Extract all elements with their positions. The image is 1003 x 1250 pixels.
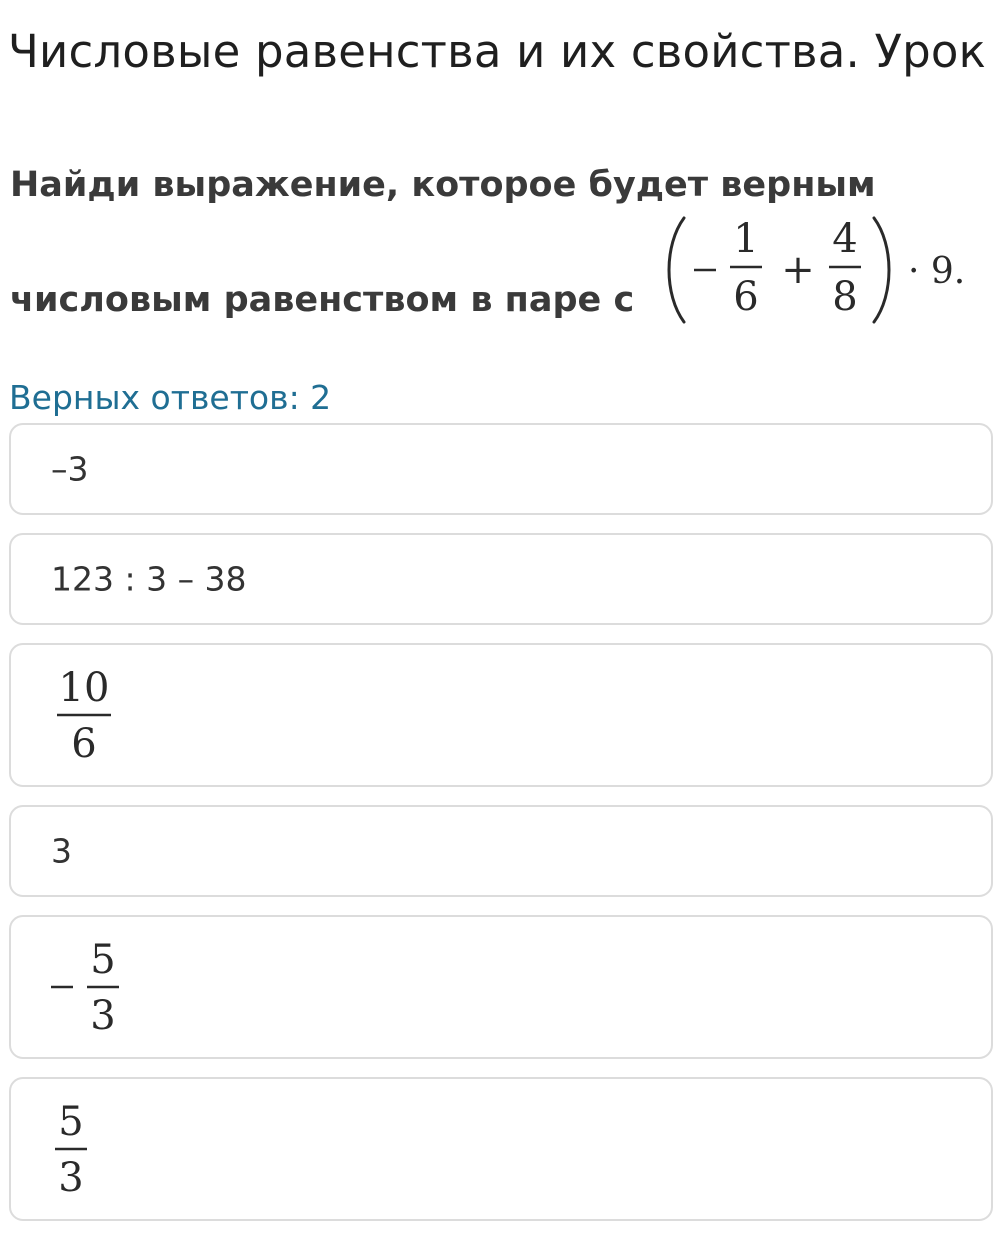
formula-frac2-num: 4 bbox=[832, 216, 857, 262]
answer-option-4-text: 3 bbox=[51, 831, 72, 871]
answer-option-3-fraction: 10 6 bbox=[51, 655, 131, 775]
answer-option-6-denominator: 3 bbox=[58, 1155, 83, 1201]
answer-option-3[interactable]: 10 6 bbox=[9, 643, 993, 787]
answer-option-2[interactable]: 123 : 3 – 38 bbox=[9, 533, 993, 625]
answer-option-1-text: –3 bbox=[51, 449, 89, 489]
answer-option-3-numerator: 10 bbox=[59, 665, 110, 711]
question-formula: 1 6 + 4 8 · 9. bbox=[660, 210, 980, 330]
answer-option-4[interactable]: 3 bbox=[9, 805, 993, 897]
formula-plus: + bbox=[781, 247, 815, 293]
answer-option-1[interactable]: –3 bbox=[9, 423, 993, 515]
answer-option-5-fraction: 5 3 bbox=[51, 927, 151, 1047]
answer-option-6-fraction: 5 3 bbox=[51, 1089, 111, 1209]
formula-frac2-den: 8 bbox=[832, 274, 857, 320]
formula-right-paren bbox=[872, 216, 891, 324]
formula-tail: · 9. bbox=[908, 251, 965, 292]
answer-option-5-denominator: 3 bbox=[90, 993, 115, 1039]
answer-option-6-numerator: 5 bbox=[58, 1099, 83, 1145]
answer-option-3-denominator: 6 bbox=[71, 721, 96, 767]
formula-left-paren bbox=[667, 216, 686, 324]
question-line-2: числовым равенством в паре с bbox=[10, 280, 635, 320]
answer-option-6[interactable]: 5 3 bbox=[9, 1077, 993, 1221]
question-text: Найди выражение, которое будет верным чи… bbox=[10, 155, 990, 335]
correct-answers-hint: Верных ответов: 2 bbox=[9, 378, 332, 417]
formula-frac1-den: 6 bbox=[733, 274, 758, 320]
answer-option-2-text: 123 : 3 – 38 bbox=[51, 559, 247, 599]
answer-option-5-numerator: 5 bbox=[90, 937, 115, 983]
answer-option-5[interactable]: 5 3 bbox=[9, 915, 993, 1059]
question-line-1: Найди выражение, которое будет верным bbox=[10, 165, 876, 205]
formula-frac1-num: 1 bbox=[733, 216, 758, 262]
lesson-title: Числовые равенства и их свойства. Урок 1 bbox=[8, 25, 1003, 78]
